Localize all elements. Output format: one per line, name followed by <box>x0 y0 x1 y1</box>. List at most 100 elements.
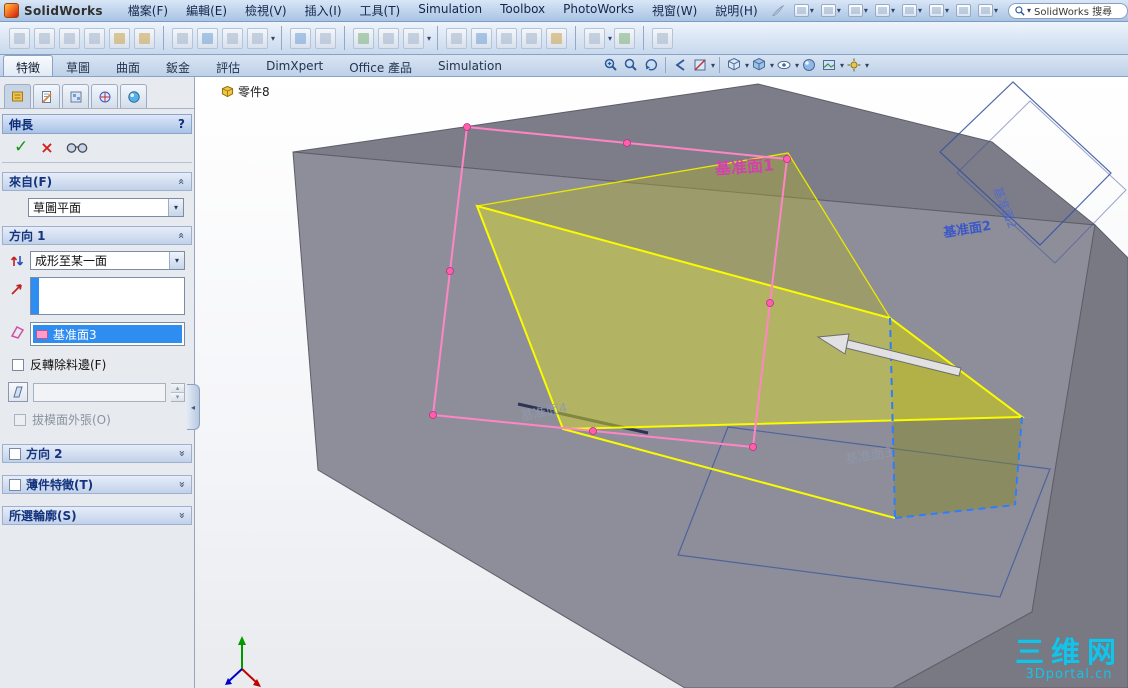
featuremanager-tab[interactable] <box>4 84 31 108</box>
propertymanager-tab[interactable] <box>33 84 60 108</box>
toolbar-button[interactable] <box>197 27 218 49</box>
tab-sketch[interactable]: 草圖 <box>53 55 103 76</box>
dropdown-arrow-icon[interactable]: ▾ <box>608 34 612 43</box>
previous-view-icon[interactable] <box>670 56 690 75</box>
apply-scene-icon[interactable] <box>819 56 839 75</box>
save-icon[interactable] <box>847 4 863 17</box>
menu-edit[interactable]: 編輯(E) <box>177 0 236 21</box>
cancel-button[interactable]: × <box>40 139 53 156</box>
reverse-direction-icon[interactable] <box>9 253 25 269</box>
panel-splitter-handle[interactable]: ◂ <box>187 384 200 430</box>
menu-help[interactable]: 說明(H) <box>706 0 766 21</box>
tab-sheet-metal[interactable]: 鈑金 <box>153 55 203 76</box>
toolbar-button[interactable] <box>9 27 30 49</box>
search-dropdown-arrow-icon[interactable]: ▾ <box>1027 6 1031 15</box>
tab-surfaces[interactable]: 曲面 <box>103 55 153 76</box>
toolbar-button[interactable] <box>446 27 468 49</box>
ok-button[interactable]: ✓ <box>14 139 28 156</box>
section-selected-contours[interactable]: 所選輪廓(S) « <box>2 506 192 525</box>
dropdown-arrow-icon[interactable]: ▾ <box>864 6 868 15</box>
section-thin-feature[interactable]: 薄件特徵(T) « <box>2 475 192 494</box>
tab-evaluate[interactable]: 評估 <box>203 55 253 76</box>
new-document-icon[interactable] <box>793 4 809 17</box>
end-condition-dropdown-button[interactable]: ▾ <box>169 252 184 269</box>
toolbar-button[interactable] <box>315 27 337 49</box>
hide-show-items-icon[interactable] <box>774 56 794 75</box>
help-icon[interactable]: ? <box>178 117 185 131</box>
menu-file[interactable]: 檔案(F) <box>119 0 177 21</box>
tab-dimxpert[interactable]: DimXpert <box>253 55 336 76</box>
flip-side-checkbox[interactable] <box>12 358 24 371</box>
toolbar-button[interactable] <box>84 27 105 49</box>
toolbar-button[interactable] <box>546 27 568 49</box>
edit-appearance-icon[interactable] <box>799 56 819 75</box>
viewport[interactable]: 基准面1 基准面2 基准面2 基准面4 基准面3 零件8 三维网 3Dporta… <box>195 77 1128 688</box>
configurationmanager-tab[interactable] <box>62 84 89 108</box>
display-style-icon[interactable] <box>749 56 769 75</box>
toolbar-button[interactable] <box>652 27 674 49</box>
toolbar-button[interactable] <box>614 27 636 49</box>
toolbar-button[interactable] <box>496 27 518 49</box>
toolbar-button[interactable] <box>59 27 80 49</box>
section-direction1[interactable]: 方向 1 « <box>2 226 192 245</box>
toolbar-button[interactable] <box>172 27 193 49</box>
zoom-in-icon[interactable] <box>601 56 621 75</box>
print-icon[interactable] <box>874 4 890 17</box>
dropdown-arrow-icon[interactable]: ▾ <box>837 6 841 15</box>
tab-features[interactable]: 特徵 <box>3 55 54 76</box>
direction2-checkbox[interactable] <box>9 447 21 460</box>
toolbar-button[interactable] <box>290 27 312 49</box>
open-icon[interactable] <box>820 4 836 17</box>
tab-simulation[interactable]: Simulation <box>425 55 515 76</box>
toolbar-button[interactable] <box>134 27 155 49</box>
dropdown-arrow-icon[interactable]: ▾ <box>427 34 431 43</box>
section-view-icon[interactable] <box>690 56 710 75</box>
menu-simulation[interactable]: Simulation <box>409 0 491 21</box>
direction-selection-box[interactable] <box>30 277 185 315</box>
menu-window[interactable]: 視窗(W) <box>643 0 706 21</box>
search-input[interactable]: SolidWorks 搜尋 <box>1034 3 1112 18</box>
from-dropdown[interactable]: 草圖平面 ▾ <box>28 198 184 217</box>
view-orientation-icon[interactable] <box>724 56 744 75</box>
from-dropdown-button[interactable]: ▾ <box>168 199 183 216</box>
menu-photoworks[interactable]: PhotoWorks <box>554 0 643 21</box>
thin-feature-checkbox[interactable] <box>9 478 21 491</box>
toolbar-button[interactable] <box>403 27 425 49</box>
displaymanager-tab[interactable] <box>120 84 147 108</box>
menu-toolbox[interactable]: Toolbox <box>491 0 554 21</box>
menu-tools[interactable]: 工具(T) <box>351 0 410 21</box>
dropdown-arrow-icon[interactable]: ▾ <box>891 6 895 15</box>
dropdown-arrow-icon[interactable]: ▾ <box>865 61 869 70</box>
view-settings-icon[interactable] <box>844 56 864 75</box>
end-condition-dropdown[interactable]: 成形至某一面 ▾ <box>30 251 185 270</box>
dropdown-arrow-icon[interactable]: ▾ <box>945 6 949 15</box>
toolbar-button[interactable] <box>471 27 493 49</box>
section-direction2[interactable]: 方向 2 « <box>2 444 192 463</box>
toolbar-button[interactable] <box>109 27 130 49</box>
dropdown-arrow-icon[interactable]: ▾ <box>271 34 275 43</box>
toolbar-button[interactable] <box>521 27 543 49</box>
detailed-preview-button[interactable] <box>66 142 88 154</box>
dropdown-arrow-icon[interactable]: ▾ <box>711 61 715 70</box>
menu-view[interactable]: 檢視(V) <box>236 0 296 21</box>
toolbar-button[interactable] <box>34 27 55 49</box>
tab-office-products[interactable]: Office 產品 <box>336 55 425 76</box>
selected-face-item[interactable]: 基准面3 <box>33 325 182 343</box>
rebuild-icon[interactable] <box>955 4 971 17</box>
toolbar-button[interactable] <box>353 27 375 49</box>
rotate-view-icon[interactable] <box>641 56 661 75</box>
toolbar-button[interactable] <box>584 27 606 49</box>
feature-tree-root[interactable]: 零件8 <box>221 83 270 100</box>
face-selection-box[interactable]: 基准面3 <box>30 322 185 346</box>
dimxpertmanager-tab[interactable] <box>91 84 118 108</box>
search-box[interactable]: ▾ SolidWorks 搜尋 <box>1008 2 1128 19</box>
dropdown-arrow-icon[interactable]: ▾ <box>810 6 814 15</box>
select-icon[interactable] <box>928 4 944 17</box>
dropdown-arrow-icon[interactable]: ▾ <box>918 6 922 15</box>
dropdown-arrow-icon[interactable]: ▾ <box>994 6 998 15</box>
toolbar-button[interactable] <box>247 27 268 49</box>
section-from[interactable]: 來自(F) « <box>2 172 192 191</box>
zoom-fit-icon[interactable] <box>621 56 641 75</box>
options-icon[interactable] <box>977 4 993 17</box>
toolbar-button[interactable] <box>378 27 400 49</box>
